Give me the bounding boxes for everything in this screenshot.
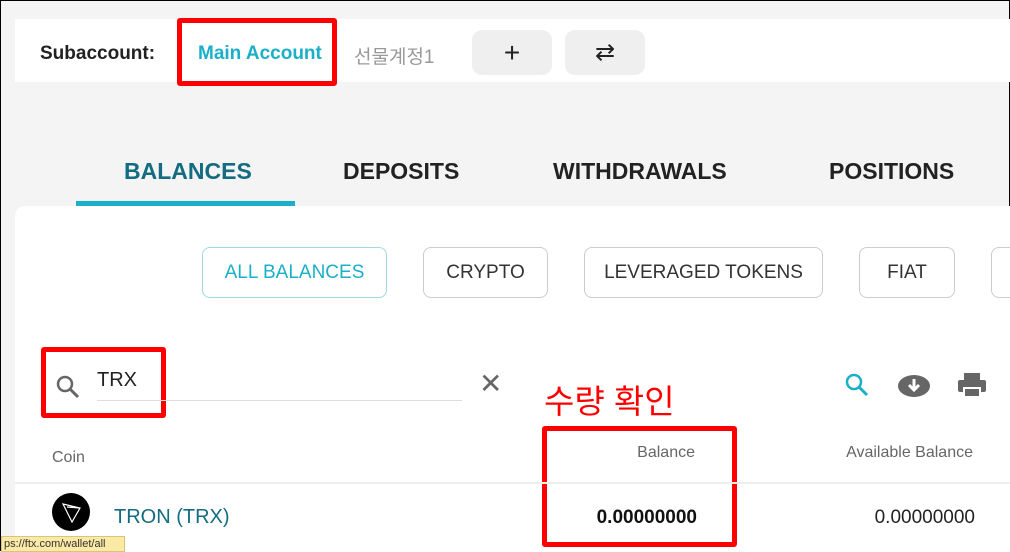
status-bar-url: ps://ftx.com/wallet/all	[1, 536, 125, 552]
column-coin[interactable]: Coin	[52, 449, 85, 467]
search-icon[interactable]	[843, 371, 871, 399]
coin-name-link[interactable]: TRON (TRX)	[114, 506, 230, 529]
swap-icon: ⇄	[594, 39, 616, 66]
filter-more[interactable]	[991, 247, 1010, 298]
filter-crypto[interactable]: CRYPTO	[423, 247, 548, 298]
add-subaccount-button[interactable]: +	[472, 30, 552, 75]
filter-all-balances[interactable]: ALL BALANCES	[202, 247, 387, 298]
column-available-balance[interactable]: Available Balance	[846, 444, 973, 462]
tab-withdrawals[interactable]: WITHDRAWALS	[553, 158, 727, 185]
download-icon[interactable]	[896, 371, 932, 399]
table-row[interactable]: TRON (TRX) 0.00000000 0.00000000	[15, 487, 1010, 547]
subaccount-label: Subaccount:	[40, 43, 156, 64]
switch-subaccount-button[interactable]: ⇄	[565, 30, 645, 75]
plus-icon: +	[503, 36, 521, 68]
print-icon[interactable]	[956, 371, 988, 399]
search-input[interactable]: TRX	[97, 367, 462, 401]
column-balance[interactable]: Balance	[637, 444, 695, 462]
tab-balances[interactable]: BALANCES	[124, 158, 252, 185]
available-balance-value: 0.00000000	[874, 507, 975, 528]
filter-leveraged-tokens[interactable]: LEVERAGED TOKENS	[584, 247, 823, 298]
filter-fiat[interactable]: FIAT	[859, 247, 955, 298]
divider	[15, 482, 1010, 484]
tab-deposits[interactable]: DEPOSITS	[343, 158, 459, 185]
tab-positions[interactable]: POSITIONS	[829, 158, 954, 185]
close-icon[interactable]: ✕	[479, 367, 502, 400]
account-main[interactable]: Main Account	[198, 43, 322, 65]
account-futures[interactable]: 선물계정1	[354, 42, 435, 69]
balance-value: 0.00000000	[596, 507, 697, 528]
search-icon	[56, 375, 80, 399]
annotation-text: 수량 확인	[544, 383, 675, 420]
tron-logo-icon	[52, 493, 90, 531]
